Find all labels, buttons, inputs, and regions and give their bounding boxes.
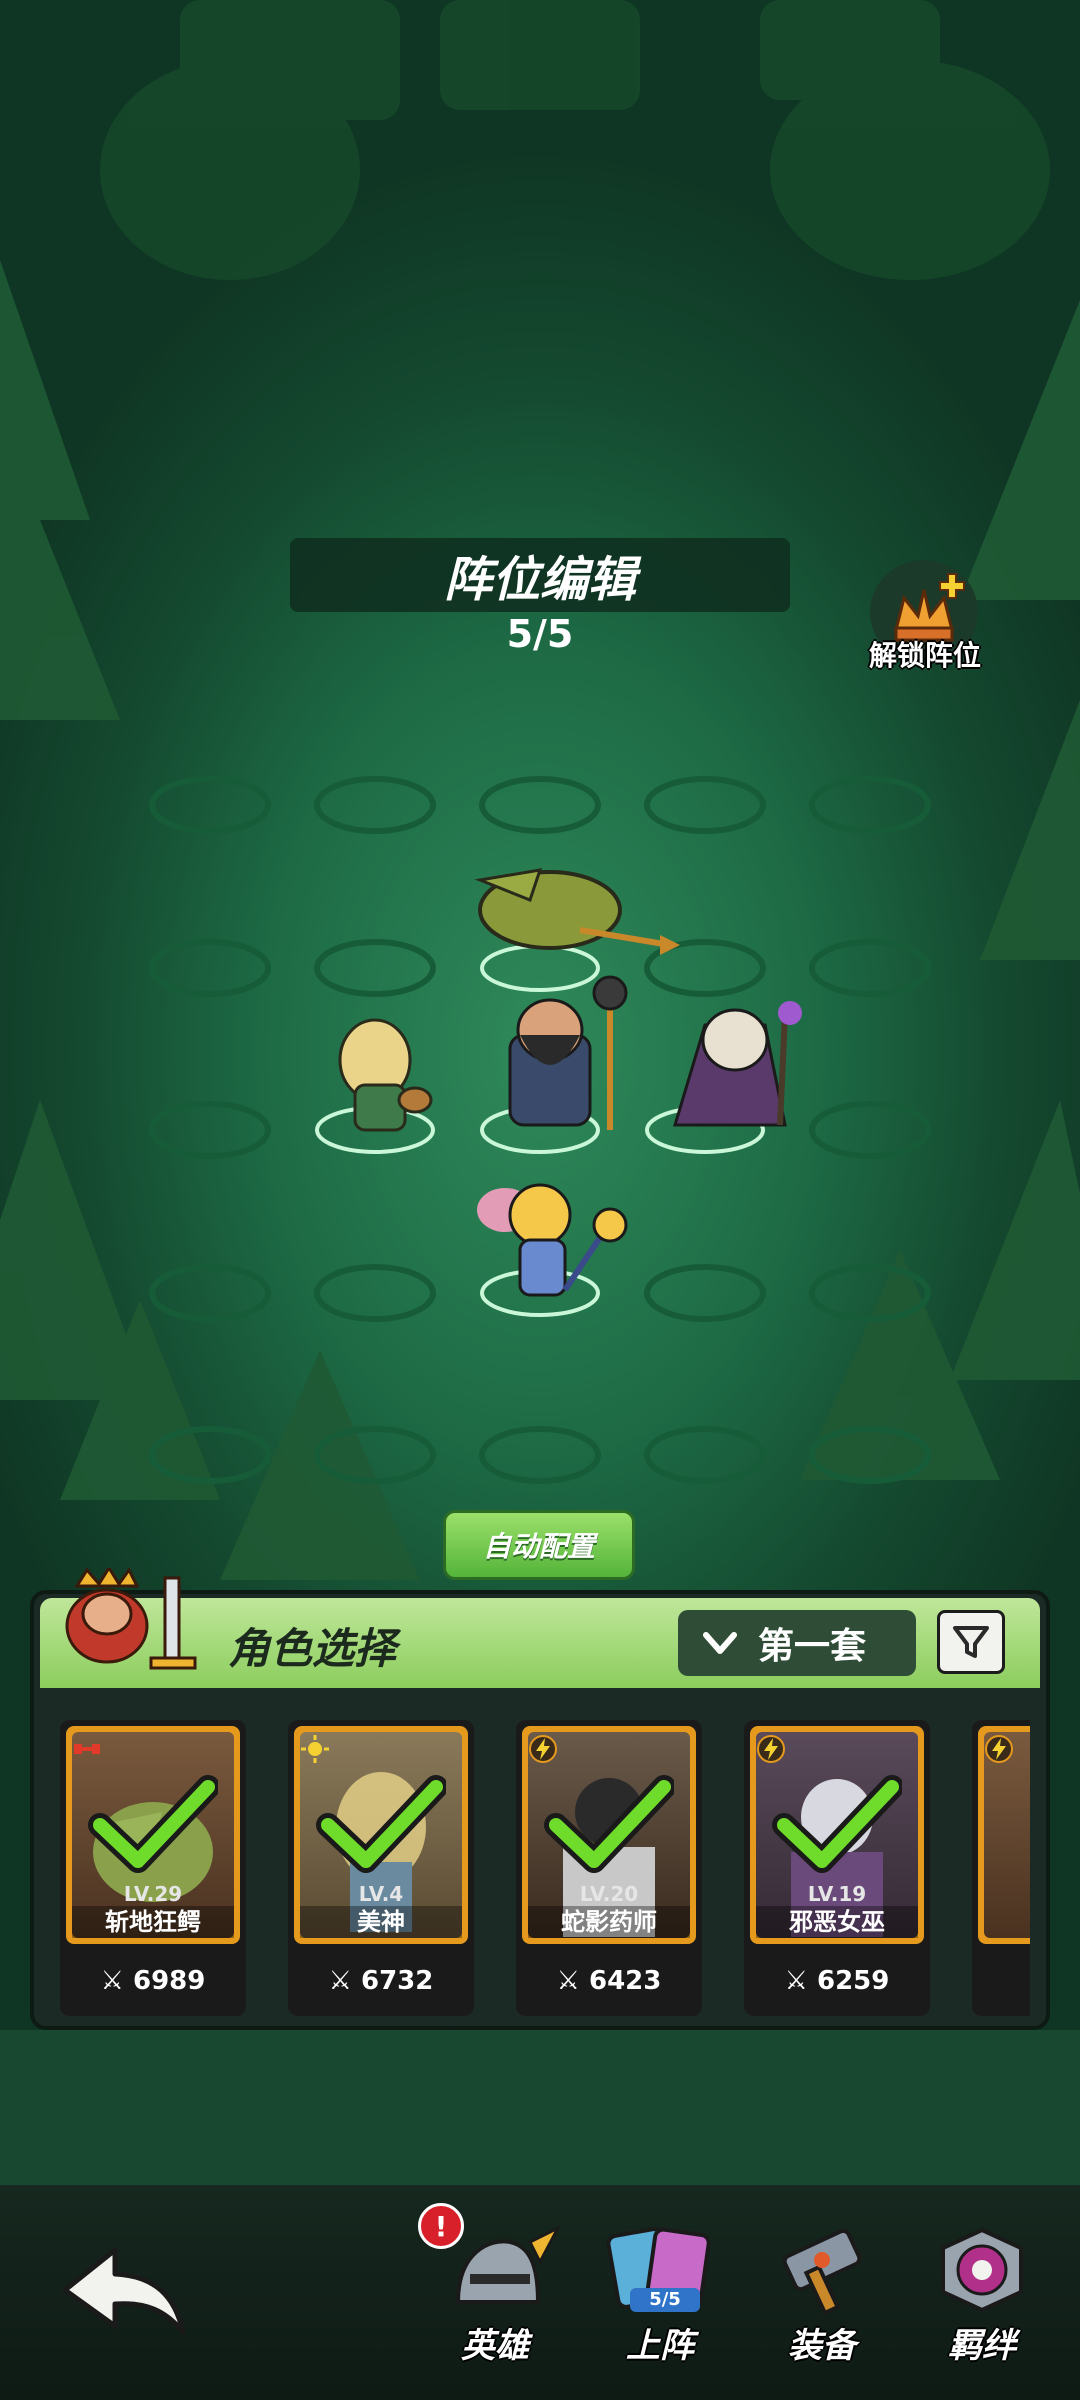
check-icon: [544, 1775, 674, 1873]
card-name: 蛇影药师: [528, 1906, 690, 1938]
nav-deploy-label: 上阵: [626, 2326, 694, 2366]
card-level: LV.19: [807, 1882, 867, 1906]
card-name: 邪恶女巫: [756, 1906, 918, 1938]
page-title: 阵位编辑: [290, 538, 790, 612]
lightning-icon: [757, 1735, 785, 1763]
card-level: LV.29: [123, 1882, 183, 1906]
card-power-value: 6423: [589, 1966, 662, 1996]
set-dropdown[interactable]: 第一套: [678, 1610, 916, 1676]
card-power-value: 6732: [361, 1966, 434, 1996]
deploy-count-badge: 5/5: [630, 2288, 700, 2312]
card-power-value: 6259: [817, 1966, 890, 1996]
character-card[interactable]: LV.20 蛇影药师 ⚔ 6423: [516, 1720, 702, 2016]
character-card-list[interactable]: LV.29 斩地狂鳄 ⚔ 6989 LV.4 美神 ⚔ 6732 LV.20 蛇…: [44, 1690, 1030, 2020]
filter-button[interactable]: [937, 1610, 1005, 1674]
nav-bonds-label: 羁绊: [948, 2326, 1016, 2366]
card-power-value: 6989: [133, 1966, 206, 1996]
card-name: 美神: [300, 1906, 462, 1938]
character-card[interactable]: LV.29 斩地狂鳄 ⚔ 6989: [60, 1720, 246, 2016]
card-level: LV.20: [579, 1882, 639, 1906]
card-level: LV.4: [358, 1882, 404, 1906]
lightning-icon: [985, 1735, 1013, 1763]
filter-icon: [953, 1626, 989, 1658]
character-card[interactable]: LV.19 邪恶女巫 ⚔ 6259: [744, 1720, 930, 2016]
bond-emblem-icon: [941, 2227, 1023, 2313]
heroes-alert-badge: !: [418, 2203, 464, 2249]
nav-heroes-label: 英雄: [461, 2326, 529, 2366]
nav-equipment-label: 装备: [788, 2326, 856, 2366]
lightning-icon: [529, 1735, 557, 1763]
panel-title: 角色选择: [228, 1624, 397, 1673]
king-avatar: [65, 1568, 197, 1670]
formation-count: 5/5: [506, 612, 574, 656]
unit-fairy-mage[interactable]: [465, 1170, 635, 1305]
hammer-icon: [782, 2228, 862, 2316]
auto-config-button[interactable]: 自动配置: [443, 1510, 635, 1580]
card-power: ⚔ 6259: [744, 1966, 930, 1996]
check-icon: [316, 1775, 446, 1873]
card-power: ⚔ 6423: [516, 1966, 702, 1996]
unlock-formation-label: 解锁阵位: [868, 639, 981, 672]
unit-crocodile[interactable]: [460, 850, 680, 970]
nav-equipment[interactable]: 装备: [757, 2222, 887, 2372]
sword-icon: ⚔: [100, 1966, 133, 1996]
nav-bonds[interactable]: 羁绊: [917, 2222, 1047, 2372]
character-card[interactable]: LV.4 美神 ⚔ 6732: [288, 1720, 474, 2016]
check-icon: [772, 1775, 902, 1873]
sword-icon: ⚔: [328, 1966, 361, 1996]
card-name: 斩地狂鳄: [72, 1906, 234, 1938]
sword-icon: ⚔: [784, 1966, 817, 1996]
set-dropdown-value: 第一套: [758, 1626, 867, 1667]
back-arrow-icon[interactable]: [55, 2240, 195, 2340]
sword-icon: ⚔: [556, 1966, 589, 1996]
sun-icon: [301, 1735, 329, 1763]
unit-bard[interactable]: [315, 1015, 445, 1140]
unit-sage[interactable]: [490, 975, 650, 1135]
character-card-partial[interactable]: [972, 1720, 1030, 2016]
unit-witch[interactable]: [655, 985, 845, 1135]
chevron-down-icon: [703, 1632, 737, 1654]
dumbbell-icon: [74, 1744, 100, 1754]
card-power: ⚔ 6989: [60, 1966, 246, 1996]
game-screen: 阵位编辑 5/5 解锁阵位 自动配置 角色选择 第一套 LV.29 斩地狂鳄 ⚔…: [0, 0, 1080, 2400]
card-power: ⚔ 6732: [288, 1966, 474, 1996]
check-icon: [88, 1775, 218, 1873]
unlock-formation-button[interactable]: 解锁阵位: [850, 560, 1000, 680]
